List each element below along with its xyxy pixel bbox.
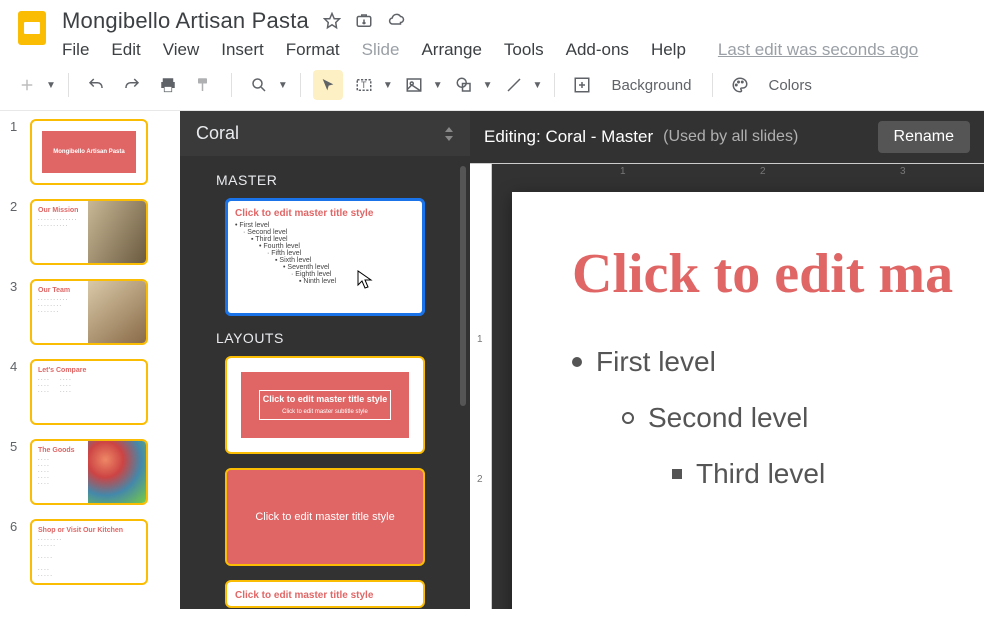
- new-slide-button[interactable]: [12, 70, 42, 100]
- slide-number: 2: [10, 199, 22, 265]
- menu-format[interactable]: Format: [286, 40, 340, 60]
- menu-bar: File Edit View Insert Format Slide Arran…: [62, 40, 972, 60]
- textbox-button[interactable]: T: [349, 70, 379, 100]
- menu-help[interactable]: Help: [651, 40, 686, 60]
- menu-tools[interactable]: Tools: [504, 40, 544, 60]
- slide-thumb[interactable]: Let's Compare · · · · · · · ·· · · · · ·…: [30, 359, 148, 425]
- layout-title: Click to edit master title style: [235, 590, 415, 601]
- chevron-down-icon[interactable]: ▼: [278, 80, 288, 91]
- level-text: First level: [596, 346, 716, 378]
- slide-canvas[interactable]: Click to edit ma First level Second leve…: [512, 192, 984, 609]
- section-layouts-label: LAYOUTS: [216, 330, 454, 346]
- line-button[interactable]: [499, 70, 529, 100]
- layout-thumb[interactable]: Click to edit master title style: [225, 580, 425, 608]
- last-edit-link[interactable]: Last edit was seconds ago: [718, 40, 918, 60]
- slide-number: 3: [10, 279, 22, 345]
- slide-thumb[interactable]: The Goods · · · ·· · · ·· · · ·· · · ·· …: [30, 439, 148, 505]
- slide-number: 5: [10, 439, 22, 505]
- menu-arrange[interactable]: Arrange: [421, 40, 481, 60]
- master-thumb-levels: • First level · Second level ▪ Third lev…: [235, 222, 415, 285]
- menu-addons[interactable]: Add-ons: [566, 40, 629, 60]
- master-panel: Coral MASTER Click to edit master title …: [180, 111, 470, 609]
- select-tool-button[interactable]: [313, 70, 343, 100]
- palette-icon: [725, 70, 755, 100]
- canvas-title-placeholder[interactable]: Click to edit ma: [572, 242, 984, 306]
- thumb-title: Shop or Visit Our Kitchen: [38, 527, 140, 535]
- layout-thumb[interactable]: Click to edit master title style Click t…: [225, 356, 425, 454]
- paint-format-button[interactable]: [189, 70, 219, 100]
- star-icon[interactable]: [323, 12, 341, 30]
- image-button[interactable]: [399, 70, 429, 100]
- slide-number: 4: [10, 359, 22, 425]
- menu-file[interactable]: File: [62, 40, 89, 60]
- slide-thumb[interactable]: Our Mission · · · · · · · · · · · · ·· ·…: [30, 199, 148, 265]
- layout-title: Click to edit master title style: [263, 395, 388, 405]
- chevron-down-icon[interactable]: ▼: [433, 80, 443, 91]
- editing-used: (Used by all slides): [663, 128, 798, 146]
- layout-thumb[interactable]: Click to edit master title style: [225, 468, 425, 566]
- slide-thumb[interactable]: Mongibello Artisan Pasta: [30, 119, 148, 185]
- menu-slide: Slide: [362, 40, 400, 60]
- toolbar: ▼ ▼ T ▼ ▼ ▼ ▼ Background Colors: [0, 60, 984, 111]
- slide-thumb[interactable]: Our Team · · · · · · · · · ·· · · · · · …: [30, 279, 148, 345]
- menu-insert[interactable]: Insert: [221, 40, 264, 60]
- level-text: Third level: [696, 458, 825, 490]
- document-title[interactable]: Mongibello Artisan Pasta: [62, 8, 309, 34]
- background-button[interactable]: Background: [603, 77, 699, 94]
- thumb-body: · · · · · · · ·· · · · · ·· · · · ·· · ·…: [38, 537, 140, 579]
- layout-subtitle: Click to edit master subtitle style: [282, 409, 368, 415]
- cloud-status-icon[interactable]: [387, 12, 405, 30]
- menu-view[interactable]: View: [163, 40, 200, 60]
- slides-logo[interactable]: [12, 8, 52, 48]
- shape-button[interactable]: [449, 70, 479, 100]
- slide-thumb[interactable]: Shop or Visit Our Kitchen · · · · · · · …: [30, 519, 148, 585]
- editing-prefix: Editing:: [484, 127, 541, 146]
- ruler-horizontal[interactable]: 1 2 3: [470, 163, 984, 164]
- scrollbar[interactable]: [460, 166, 466, 406]
- theme-name[interactable]: Coral: [196, 123, 239, 144]
- svg-text:T: T: [361, 80, 367, 90]
- thumb-body: · · · · · · · ·· · · · · · · ·· · · · · …: [38, 377, 140, 395]
- chevron-down-icon[interactable]: ▼: [533, 80, 543, 91]
- move-to-folder-icon[interactable]: [355, 12, 373, 30]
- theme-switch-icon[interactable]: [444, 127, 454, 141]
- thumb-title: Let's Compare: [38, 367, 140, 375]
- menu-edit[interactable]: Edit: [111, 40, 140, 60]
- slide-number: 6: [10, 519, 22, 585]
- chevron-down-icon[interactable]: ▼: [483, 80, 493, 91]
- placeholder-button[interactable]: [567, 70, 597, 100]
- slide-number: 1: [10, 119, 22, 185]
- thumb-title: Mongibello Artisan Pasta: [53, 149, 124, 155]
- editor-panel: Editing: Coral - Master (Used by all sli…: [470, 111, 984, 609]
- undo-button[interactable]: [81, 70, 111, 100]
- editing-name: Coral - Master: [545, 127, 653, 146]
- rename-button[interactable]: Rename: [878, 121, 970, 153]
- level-text: Second level: [648, 402, 808, 434]
- master-thumb[interactable]: Click to edit master title style • First…: [225, 198, 425, 316]
- canvas-body-placeholder[interactable]: First level Second level Third level: [572, 346, 984, 490]
- redo-button[interactable]: [117, 70, 147, 100]
- colors-button[interactable]: Colors: [761, 77, 820, 94]
- zoom-button[interactable]: [244, 70, 274, 100]
- ruler-vertical[interactable]: 1 2: [470, 164, 492, 609]
- chevron-down-icon[interactable]: ▼: [383, 80, 393, 91]
- print-button[interactable]: [153, 70, 183, 100]
- layout-title: Click to edit master title style: [227, 470, 423, 564]
- master-thumb-title: Click to edit master title style: [235, 208, 415, 219]
- slides-panel: 1 Mongibello Artisan Pasta 2 Our Mission…: [0, 111, 180, 609]
- chevron-down-icon[interactable]: ▼: [46, 80, 56, 91]
- section-master-label: MASTER: [216, 172, 454, 188]
